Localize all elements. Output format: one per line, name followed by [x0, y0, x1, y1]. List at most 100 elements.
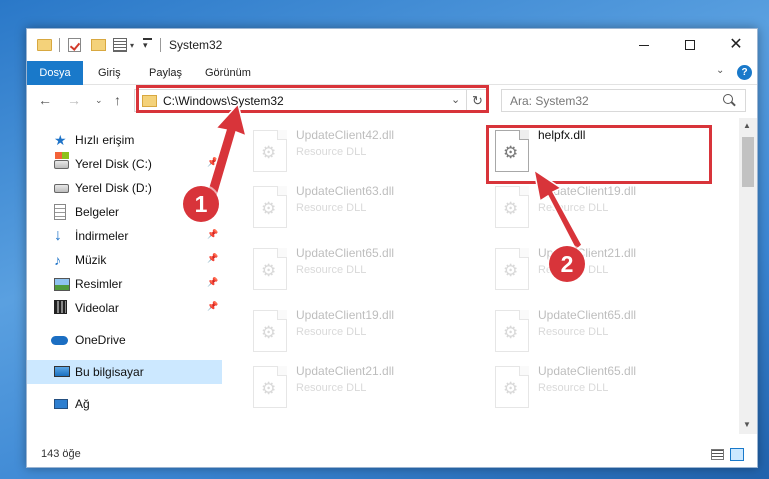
- back-arrow-icon[interactable]: ←: [38, 92, 52, 108]
- sidebar-item-quick-access[interactable]: ★ Hızlı erişim: [27, 128, 222, 152]
- sidebar-item-music[interactable]: ♪ Müzik 📌: [27, 248, 222, 272]
- file-type: Resource DLL: [538, 326, 609, 338]
- chevron-down-icon[interactable]: ▾: [130, 41, 134, 57]
- ribbon-tabs: Dosya Giriş Paylaş Görünüm ⌄ ?: [27, 61, 757, 85]
- dll-file-icon: [253, 366, 287, 408]
- properties-icon[interactable]: [113, 38, 127, 52]
- customize-toolbar-icon[interactable]: [143, 38, 152, 51]
- video-icon: [54, 300, 67, 314]
- sidebar-item-onedrive[interactable]: OneDrive: [27, 328, 222, 352]
- pin-icon[interactable]: 📌: [207, 301, 218, 312]
- file-type: Resource DLL: [538, 382, 609, 394]
- file-type: Resource DLL: [296, 326, 367, 338]
- file-item[interactable]: UpdateClient21.dll Resource DLL: [247, 360, 477, 415]
- file-item[interactable]: UpdateClient21.dll Resource DLL: [489, 242, 719, 297]
- file-item[interactable]: UpdateClient63.dll Resource DLL: [247, 180, 477, 235]
- address-highlight-box: [136, 85, 489, 113]
- sidebar-item-label: Videolar: [75, 301, 119, 315]
- tab-view[interactable]: Görünüm: [205, 61, 251, 85]
- sidebar-item-label: OneDrive: [75, 333, 126, 347]
- sidebar-item-label: Ağ: [75, 397, 90, 411]
- scroll-down-icon[interactable]: ▼: [743, 420, 751, 429]
- details-view-icon[interactable]: [711, 449, 724, 460]
- cloud-icon: [51, 336, 68, 345]
- recent-locations-chevron-icon[interactable]: ⌄: [95, 95, 103, 106]
- dll-file-icon: [253, 186, 287, 228]
- navigation-pane: ★ Hızlı erişim Yerel Disk (C:) 📌 Yerel D…: [27, 118, 222, 434]
- maximize-button[interactable]: [667, 29, 713, 61]
- file-name: UpdateClient65.dll: [296, 246, 395, 260]
- pin-icon[interactable]: 📌: [207, 229, 218, 240]
- dll-file-icon: [495, 186, 529, 228]
- sidebar-item-label: Yerel Disk (D:): [75, 181, 152, 195]
- item-count: 143 öğe: [41, 448, 81, 460]
- close-icon: ✕: [729, 36, 743, 53]
- up-arrow-icon[interactable]: ↑: [114, 92, 121, 108]
- file-highlight-box: [486, 125, 712, 184]
- music-icon: ♪: [54, 252, 61, 268]
- vertical-scrollbar[interactable]: ▲ ▼: [739, 118, 757, 434]
- star-icon: ★: [54, 132, 67, 148]
- search-icon[interactable]: [723, 94, 733, 104]
- file-item[interactable]: UpdateClient65.dll Resource DLL: [247, 242, 477, 297]
- drive-icon: [54, 184, 69, 193]
- file-name: UpdateClient42.dll: [296, 128, 395, 142]
- file-name: UpdateClient65.dll: [538, 364, 637, 378]
- file-item[interactable]: UpdateClient65.dll Resource DLL: [489, 360, 719, 415]
- file-name: UpdateClient65.dll: [538, 308, 637, 322]
- drive-icon: [54, 152, 69, 169]
- step-2-badge: 2: [549, 246, 585, 282]
- scroll-up-icon[interactable]: ▲: [743, 121, 751, 130]
- minimize-button[interactable]: [621, 29, 667, 61]
- close-button[interactable]: ✕: [713, 29, 759, 61]
- download-icon: ↓: [54, 227, 62, 244]
- sidebar-item-network[interactable]: Ağ: [27, 392, 222, 416]
- document-icon: [54, 204, 66, 220]
- tab-share[interactable]: Paylaş: [149, 61, 182, 85]
- window-title: System32: [169, 38, 223, 52]
- explorer-window: ▾ System32 ✕ Dosya Giriş Paylaş Görünüm …: [26, 28, 758, 468]
- folder-icon[interactable]: [37, 39, 52, 51]
- forward-arrow-icon[interactable]: →: [67, 92, 81, 108]
- tab-home[interactable]: Giriş: [98, 61, 121, 85]
- file-type: Resource DLL: [296, 146, 367, 158]
- divider: [59, 38, 60, 52]
- new-folder-icon[interactable]: [91, 39, 106, 51]
- help-icon[interactable]: ?: [737, 65, 752, 80]
- sidebar-item-local-disk-c[interactable]: Yerel Disk (C:) 📌: [27, 152, 222, 176]
- search-input[interactable]: Ara: System32: [501, 89, 746, 112]
- file-name: UpdateClient21.dll: [296, 364, 395, 378]
- pin-icon[interactable]: 📌: [207, 277, 218, 288]
- file-item[interactable]: UpdateClient42.dll Resource DLL: [247, 124, 477, 179]
- sidebar-item-this-pc[interactable]: Bu bilgisayar: [27, 360, 222, 384]
- divider: [160, 38, 161, 52]
- dll-file-icon: [253, 248, 287, 290]
- sidebar-item-pictures[interactable]: Resimler 📌: [27, 272, 222, 296]
- file-item[interactable]: UpdateClient19.dll Resource DLL: [247, 304, 477, 359]
- sidebar-item-label: Belgeler: [75, 205, 120, 219]
- pin-icon[interactable]: 📌: [207, 253, 218, 264]
- properties-check-icon[interactable]: [68, 38, 81, 52]
- expand-ribbon-icon[interactable]: ⌄: [716, 65, 724, 76]
- file-name: UpdateClient19.dll: [538, 184, 637, 198]
- dll-file-icon: [495, 366, 529, 408]
- pin-icon[interactable]: 📌: [207, 157, 218, 168]
- computer-icon: [54, 366, 70, 377]
- search-placeholder: Ara: System32: [510, 94, 589, 108]
- sidebar-item-videos[interactable]: Videolar 📌: [27, 296, 222, 320]
- file-item[interactable]: UpdateClient65.dll Resource DLL: [489, 304, 719, 359]
- network-icon: [54, 399, 68, 409]
- status-bar: 143 öğe: [27, 443, 757, 467]
- file-item[interactable]: UpdateClient19.dll Resource DLL: [489, 180, 719, 235]
- file-type: Resource DLL: [296, 202, 367, 214]
- file-type: Resource DLL: [296, 264, 367, 276]
- title-bar: ▾ System32 ✕: [27, 29, 757, 61]
- sidebar-item-downloads[interactable]: ↓ İndirmeler 📌: [27, 224, 222, 248]
- tab-file[interactable]: Dosya: [27, 61, 83, 85]
- dll-file-icon: [495, 310, 529, 352]
- sidebar-item-label: Müzik: [75, 253, 107, 267]
- large-icons-view-icon[interactable]: [730, 448, 744, 461]
- dll-file-icon: [253, 310, 287, 352]
- scrollbar-thumb[interactable]: [742, 137, 754, 187]
- sidebar-item-label: İndirmeler: [75, 229, 129, 243]
